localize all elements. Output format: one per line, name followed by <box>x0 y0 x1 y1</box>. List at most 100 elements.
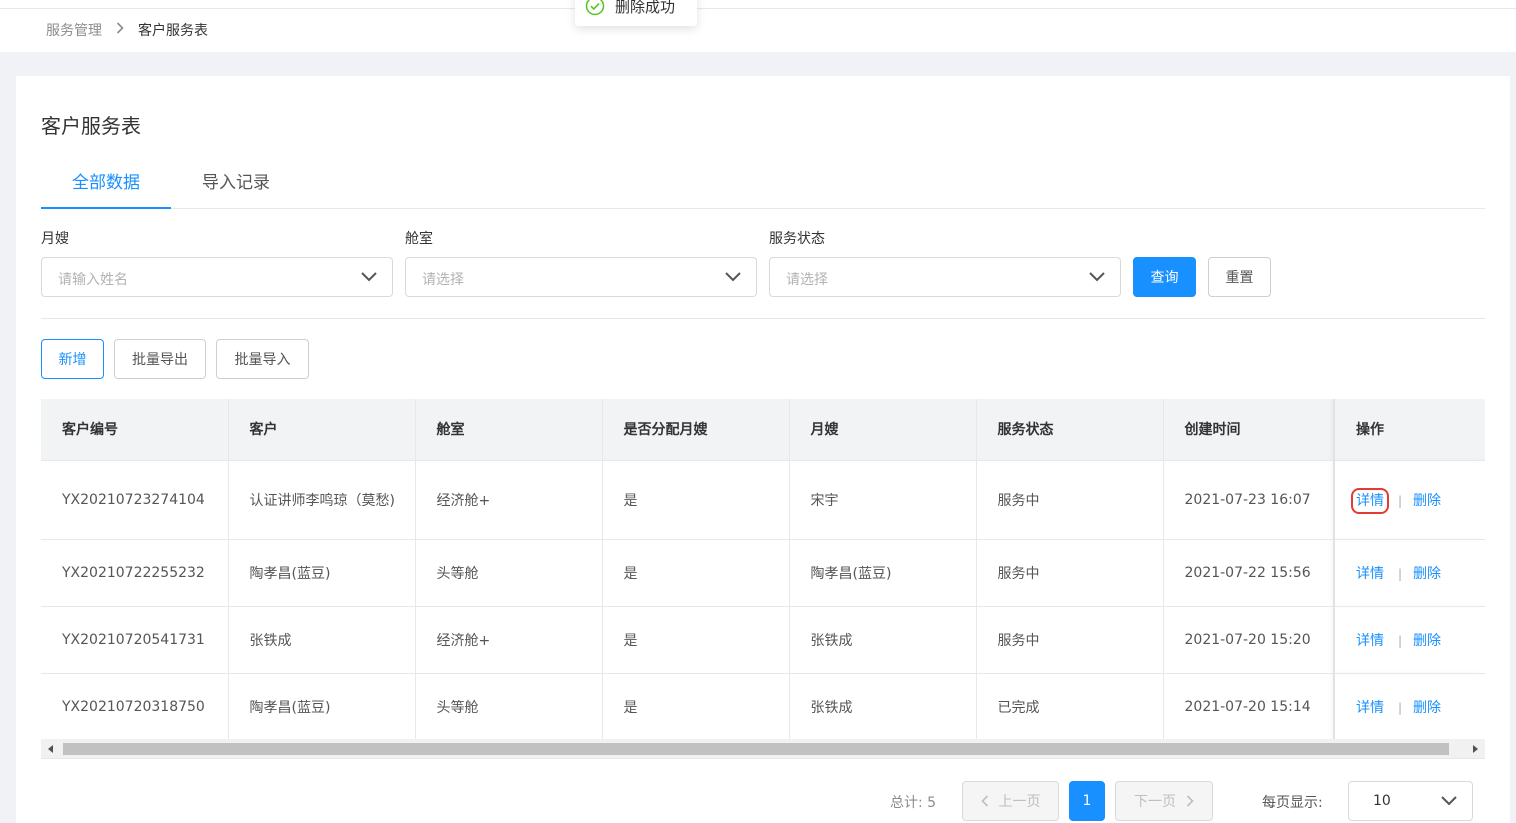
cell-created: 2021-07-22 15:56 <box>1163 539 1335 607</box>
tab-all-data[interactable]: 全部数据 <box>41 168 171 209</box>
filter-label-status: 服务状态 <box>769 231 825 247</box>
column-header: 客户编号 <box>41 399 229 461</box>
table-row: YX20210720541731 张铁成 经济舱+ 是 张铁成 服务中 2021… <box>41 606 1485 674</box>
next-page-button[interactable]: 下一页 <box>1115 781 1213 821</box>
cell-yuesao: 张铁成 <box>789 606 977 674</box>
chevron-right-icon <box>116 22 124 38</box>
cell-customer-id: YX20210720318750 <box>41 673 229 739</box>
table-row: YX20210723274104 认证讲师李鸣琼（莫愁) 经济舱+ 是 宋宇 服… <box>41 460 1485 540</box>
yuesao-placeholder: 请输入姓名 <box>58 272 128 288</box>
cangshi-select[interactable]: 请选择 <box>405 257 757 297</box>
column-header: 客户 <box>228 399 416 461</box>
cell-status: 服务中 <box>976 460 1164 540</box>
cell-customer-id: YX20210723274104 <box>41 460 229 540</box>
breadcrumb-current: 客户服务表 <box>138 23 208 39</box>
chevron-down-icon <box>1089 272 1105 282</box>
chevron-down-icon <box>361 272 377 282</box>
cangshi-placeholder: 请选择 <box>422 272 464 288</box>
cell-assigned: 是 <box>602 673 790 739</box>
tab-bar: 全部数据 导入记录 <box>41 168 1485 209</box>
status-placeholder: 请选择 <box>786 272 828 288</box>
filter-label-yuesao: 月嫂 <box>41 231 69 247</box>
action-separator: | <box>1398 493 1403 508</box>
column-header: 月嫂 <box>789 399 977 461</box>
prev-page-button[interactable]: 上一页 <box>962 781 1059 821</box>
delete-link[interactable]: 删除 <box>1413 633 1441 649</box>
status-select[interactable]: 请选择 <box>769 257 1121 297</box>
query-button[interactable]: 查询 <box>1133 257 1196 297</box>
cell-yuesao: 宋宇 <box>789 460 977 540</box>
cell-created: 2021-07-20 15:14 <box>1163 673 1335 739</box>
batch-import-button[interactable]: 批量导入 <box>216 339 309 379</box>
cell-status: 服务中 <box>976 606 1164 674</box>
next-page-label: 下一页 <box>1134 794 1176 810</box>
success-toast: 删除成功 <box>575 0 697 26</box>
cell-customer: 张铁成 <box>228 606 416 674</box>
yuesao-select[interactable]: 请输入姓名 <box>41 257 393 297</box>
table-row: YX20210720318750 陶孝昌(蓝豆) 头等舱 是 张铁成 已完成 2… <box>41 673 1485 739</box>
per-page-select[interactable]: 10 <box>1348 781 1473 821</box>
cell-customer: 认证讲师李鸣琼（莫愁) <box>228 460 416 540</box>
add-button[interactable]: 新增 <box>41 339 104 379</box>
filter-divider <box>41 318 1485 319</box>
breadcrumb: 服务管理 客户服务表 <box>46 20 208 40</box>
scrollbar-thumb[interactable] <box>63 743 1449 755</box>
detail-link[interactable]: 详情 <box>1356 700 1384 716</box>
cell-created: 2021-07-23 16:07 <box>1163 460 1335 540</box>
customer-table: 客户编号 客户 舱室 是否分配月嫂 月嫂 服务状态 创建时间 操作 YX2021… <box>41 399 1485 739</box>
chevron-left-icon <box>980 795 988 807</box>
delete-link[interactable]: 删除 <box>1413 700 1441 716</box>
column-header: 舱室 <box>415 399 603 461</box>
prev-page-label: 上一页 <box>998 794 1041 810</box>
table-header-row: 客户编号 客户 舱室 是否分配月嫂 月嫂 服务状态 创建时间 操作 <box>41 399 1485 461</box>
action-separator: | <box>1398 633 1403 648</box>
column-header: 创建时间 <box>1163 399 1335 461</box>
filter-label-cangshi: 舱室 <box>405 231 433 247</box>
cell-actions: 详情 | 删除 <box>1333 673 1485 739</box>
detail-link[interactable]: 详情 <box>1351 487 1389 514</box>
batch-export-button[interactable]: 批量导出 <box>114 339 206 379</box>
cell-actions: 详情 | 删除 <box>1333 606 1485 674</box>
table-row: YX20210722255232 陶孝昌(蓝豆) 头等舱 是 陶孝昌(蓝豆) 服… <box>41 539 1485 607</box>
per-page-value: 10 <box>1373 793 1391 809</box>
horizontal-scrollbar[interactable] <box>41 739 1485 759</box>
detail-link[interactable]: 详情 <box>1356 566 1384 582</box>
chevron-down-icon <box>725 272 741 282</box>
detail-link[interactable]: 详情 <box>1356 633 1384 649</box>
action-separator: | <box>1398 700 1403 715</box>
reset-button[interactable]: 重置 <box>1208 257 1271 297</box>
cell-yuesao: 陶孝昌(蓝豆) <box>789 539 977 607</box>
scroll-left-arrow-icon[interactable] <box>48 745 53 753</box>
chevron-down-icon <box>1441 796 1457 806</box>
cell-actions: 详情 | 删除 <box>1333 539 1485 607</box>
cell-assigned: 是 <box>602 539 790 607</box>
cell-room: 头等舱 <box>415 673 603 739</box>
column-header: 服务状态 <box>976 399 1164 461</box>
column-header: 操作 <box>1333 399 1485 461</box>
cell-created: 2021-07-20 15:20 <box>1163 606 1335 674</box>
chevron-right-icon <box>1186 795 1194 807</box>
pagination-total: 总计: 5 <box>890 795 937 811</box>
scroll-right-arrow-icon[interactable] <box>1473 745 1478 753</box>
cell-customer: 陶孝昌(蓝豆) <box>228 673 416 739</box>
delete-link[interactable]: 删除 <box>1413 493 1441 509</box>
action-separator: | <box>1398 566 1403 581</box>
tab-import-records[interactable]: 导入记录 <box>171 168 301 209</box>
cell-room: 经济舱+ <box>415 460 603 540</box>
top-divider <box>0 8 1516 9</box>
cell-assigned: 是 <box>602 606 790 674</box>
cell-room: 经济舱+ <box>415 606 603 674</box>
cell-customer: 陶孝昌(蓝豆) <box>228 539 416 607</box>
toast-message: 删除成功 <box>615 0 676 16</box>
breadcrumb-parent[interactable]: 服务管理 <box>46 20 102 40</box>
cell-assigned: 是 <box>602 460 790 540</box>
check-circle-icon <box>585 0 605 16</box>
delete-link[interactable]: 删除 <box>1413 566 1441 582</box>
cell-customer-id: YX20210720541731 <box>41 606 229 674</box>
cell-actions: 详情 | 删除 <box>1333 460 1485 540</box>
cell-yuesao: 张铁成 <box>789 673 977 739</box>
page-1-button[interactable]: 1 <box>1069 781 1105 821</box>
cell-room: 头等舱 <box>415 539 603 607</box>
main-card: 客户服务表 全部数据 导入记录 月嫂 请输入姓名 舱室 请选择 服务状态 请选择… <box>16 76 1510 823</box>
page-title: 客户服务表 <box>41 114 141 138</box>
